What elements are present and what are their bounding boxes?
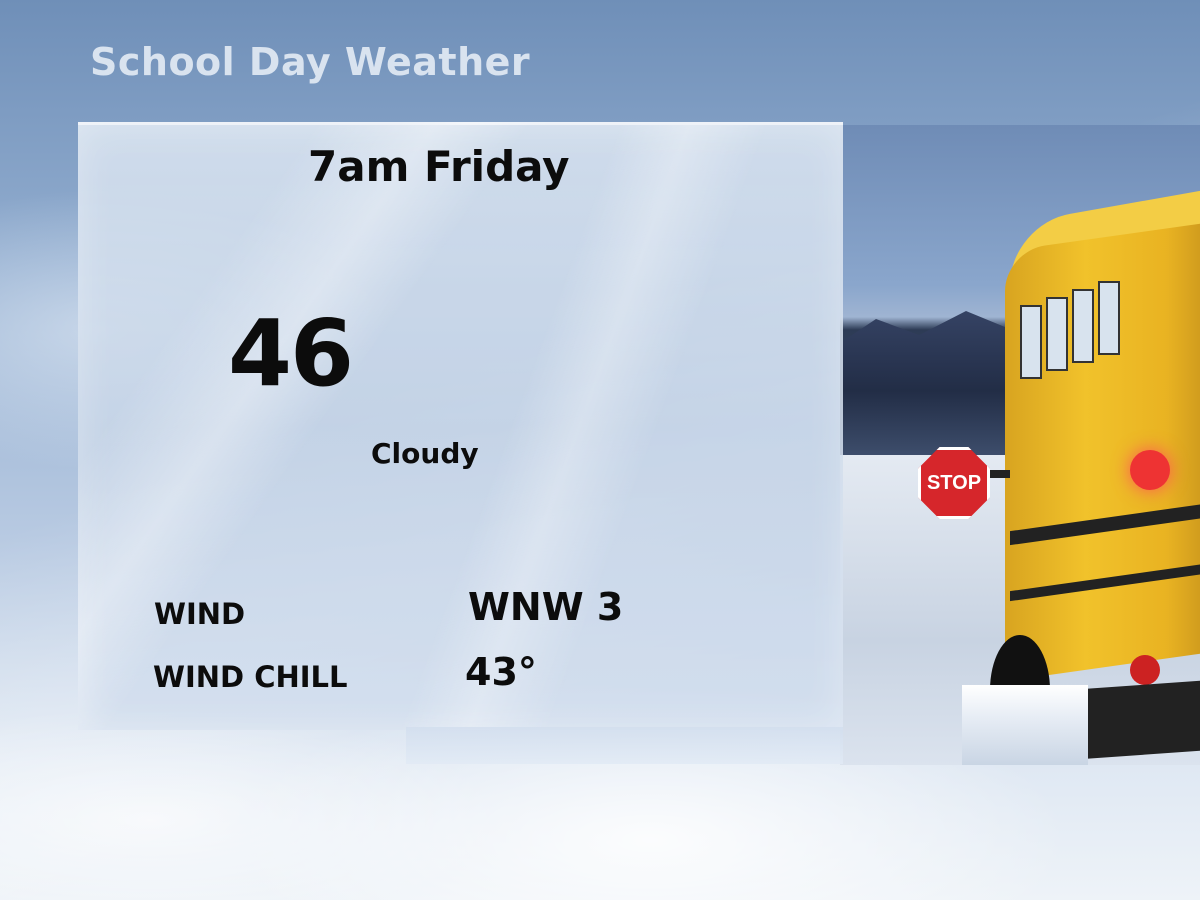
bus-window [1046,297,1068,371]
page-title: School Day Weather [90,40,531,84]
school-bus [980,155,1200,762]
condition-label: Cloudy [371,437,479,470]
photo-cutout [962,685,1088,765]
bus-window [1098,281,1120,355]
forecast-panel-extension [406,727,843,764]
wind-chill-label: WIND CHILL [153,660,348,694]
bus-tail-light [1130,655,1160,685]
wind-value: WNW 3 [468,585,624,629]
wind-chill-value: 43° [465,650,537,694]
forecast-time: 7am Friday [308,142,570,191]
wind-label: WIND [154,597,246,631]
bus-warning-light [1130,450,1170,490]
bus-window [1020,305,1042,379]
temperature-value: 46 [228,300,354,407]
school-bus-photo: STOP [840,125,1200,765]
bus-window [1072,289,1094,363]
forecast-panel [78,122,843,730]
